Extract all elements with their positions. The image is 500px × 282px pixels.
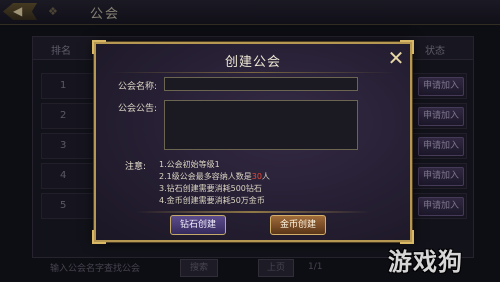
note-line: 3.钻石创建需要消耗500钻石 — [159, 184, 262, 193]
dialog-title: 创建公会 — [224, 55, 281, 70]
note-line: 1.公会初始等级1 — [159, 160, 220, 169]
guild-notice-label: 公会公告: — [118, 104, 158, 114]
create-guild-dialog: 创建公会 ✕ 公会名称: 公会公告: 注意: 1.公会初始等级1 2.1级公会最… — [92, 40, 414, 244]
note-line: 2.1级公会最多容纳人数是30人 — [159, 172, 270, 181]
diamond-create-button[interactable]: 钻石创建 — [170, 215, 226, 235]
member-limit-value: 30 — [251, 172, 262, 181]
watermark-text: 游戏狗 — [388, 247, 463, 276]
watermark-logo: 游戏狗 — [378, 240, 496, 276]
guild-notice-input[interactable] — [164, 100, 358, 150]
guild-name-input[interactable] — [164, 77, 358, 91]
gold-create-button[interactable]: 金币创建 — [270, 215, 326, 235]
divider — [110, 72, 396, 73]
close-icon[interactable]: ✕ — [386, 48, 406, 68]
corner-ornament — [92, 230, 106, 244]
notes-label: 注意: — [125, 162, 147, 172]
divider — [136, 211, 370, 213]
note-line: 4.金币创建需要消耗50万金币 — [159, 196, 265, 205]
guild-name-label: 公会名称: — [118, 82, 158, 92]
